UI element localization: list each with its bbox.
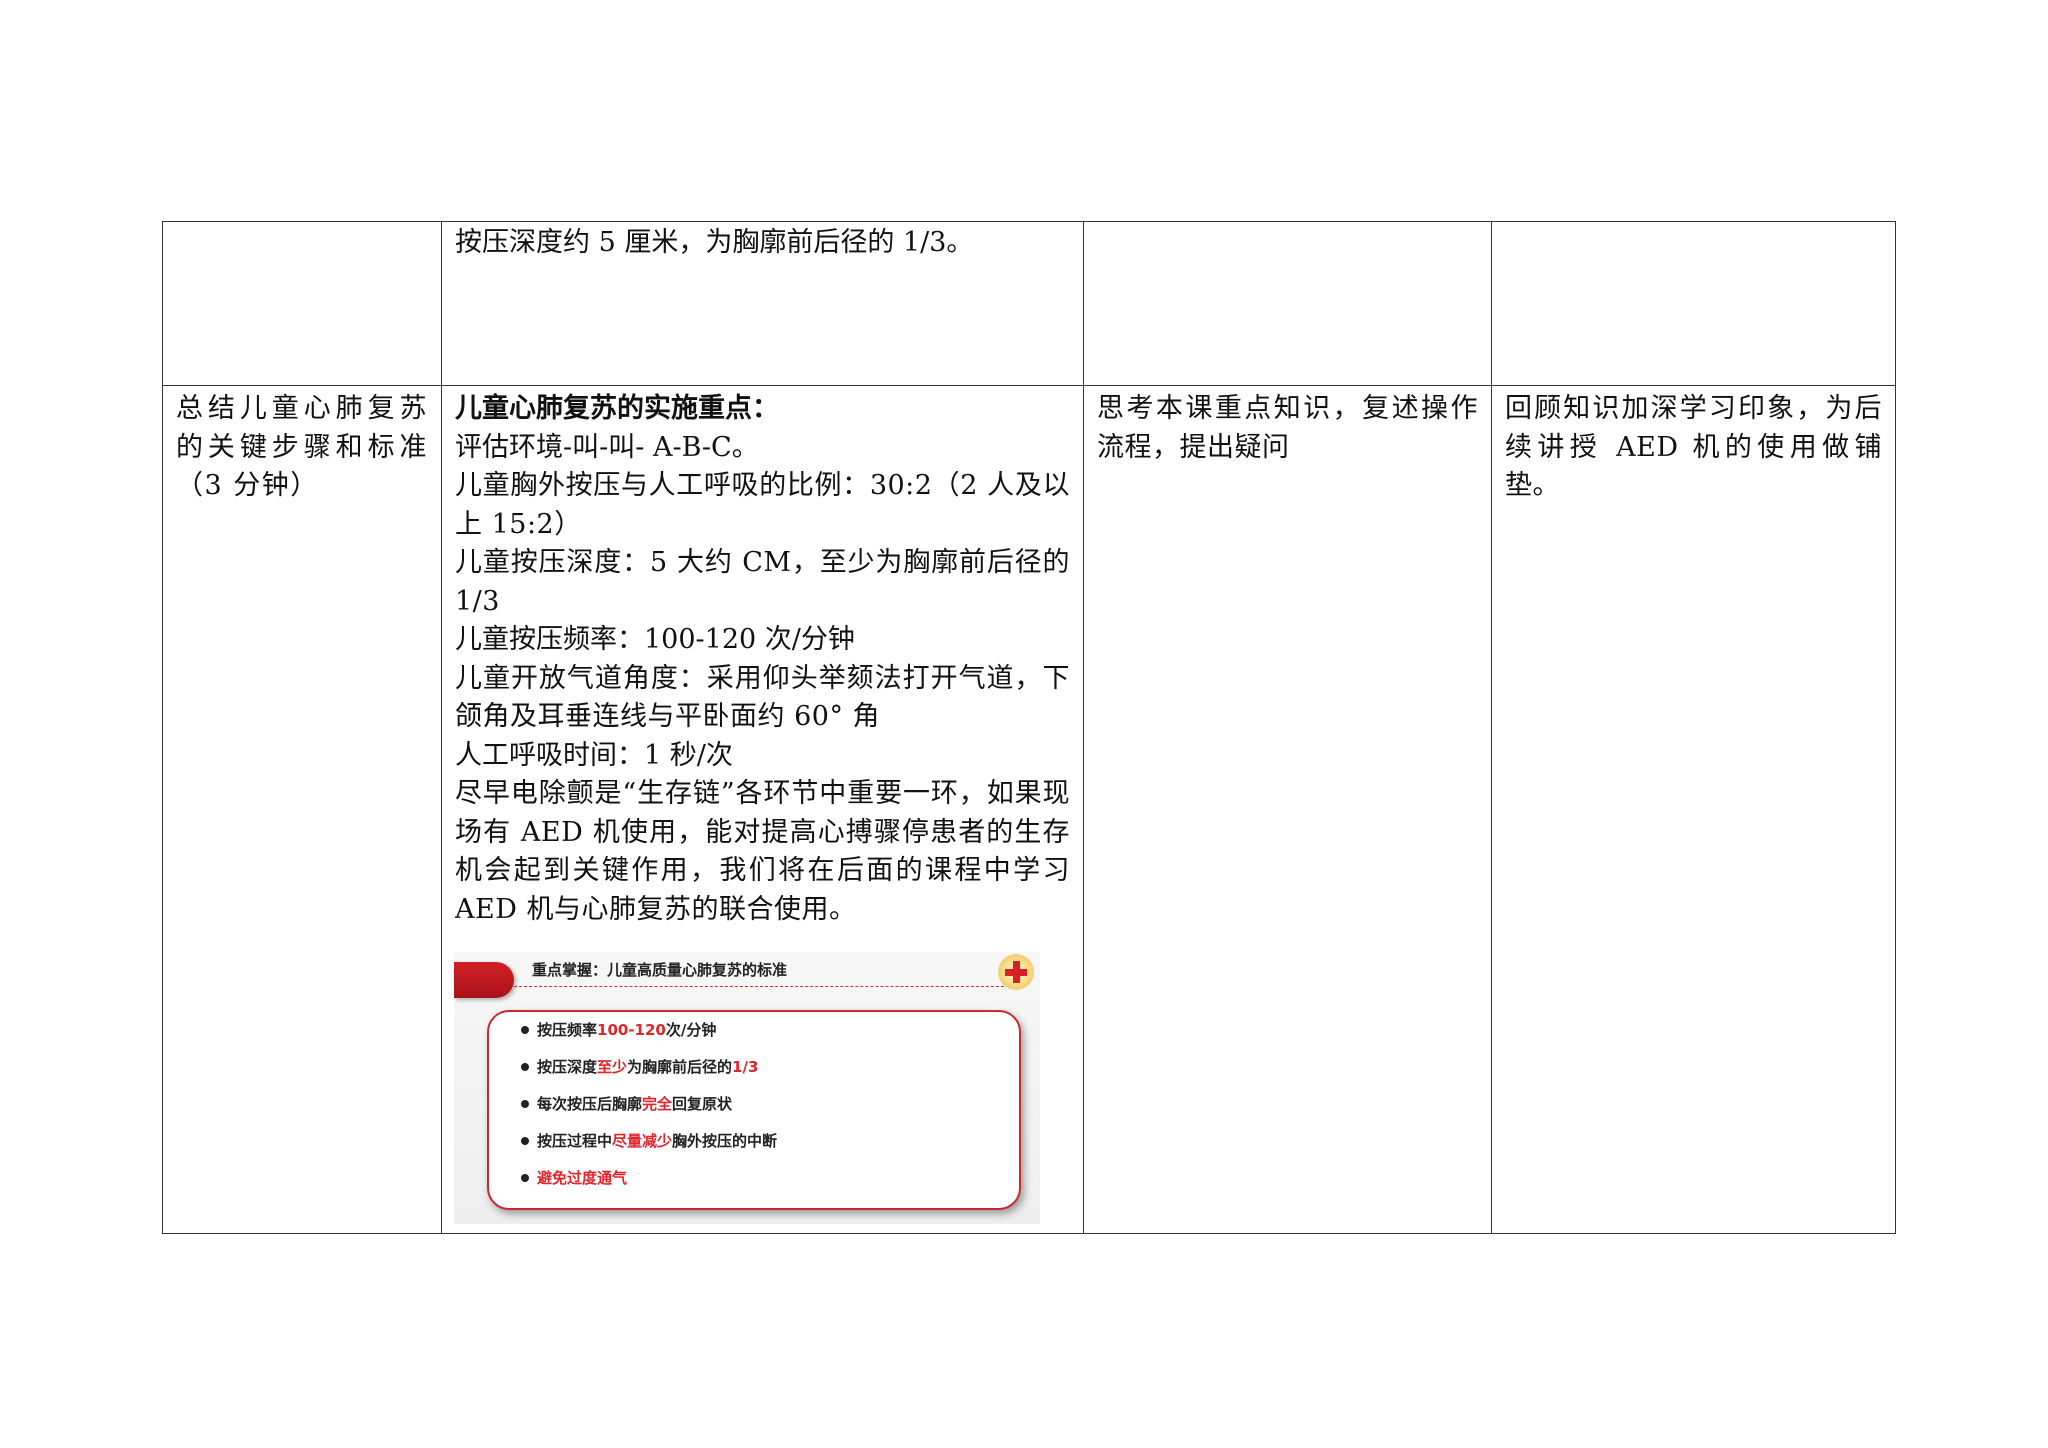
document-page: 按压深度约 5 厘米，为胸廓前后径的 1/3。 总结儿童心肺复苏的关键步骤和标准…: [0, 0, 2048, 1448]
design-intent-text: 回顾知识加深学习印象，为后续讲授 AED 机的使用做铺垫。: [1505, 393, 1882, 501]
slide-red-tab: [454, 962, 514, 998]
slide-standards-box: 按压频率100-120次/分钟 按压深度至少为胸廓前后径的1/3 每次按压后胸廓…: [487, 1010, 1021, 1210]
list-item: 避免过度通气: [521, 1168, 1019, 1188]
step-summary-text: 总结儿童心肺复苏的关键步骤和标准（3 分钟）: [176, 393, 428, 501]
table-row: 总结儿童心肺复苏的关键步骤和标准（3 分钟） 儿童心肺复苏的实施重点： 评估环境…: [162, 385, 1896, 1234]
list-item: 按压频率100-120次/分钟: [521, 1020, 1019, 1040]
content-line: 人工呼吸时间：1 秒/次: [455, 739, 733, 771]
student-activity-text: 思考本课重点知识，复述操作流程，提出疑问: [1097, 393, 1478, 463]
cell-teaching-content: 按压深度约 5 厘米，为胸廓前后径的 1/3。: [441, 221, 1084, 386]
list-item: 按压过程中尽量减少胸外按压的中断: [521, 1131, 1019, 1151]
cell-student-activity: 思考本课重点知识，复述操作流程，提出疑问: [1083, 385, 1492, 1234]
content-line: 儿童开放气道角度：采用仰头举颏法打开气道，下颌角及耳垂连线与平卧面约 60° 角: [455, 662, 1070, 733]
content-text: 按压深度约 5 厘米，为胸廓前后径的 1/3。: [455, 227, 974, 258]
cpr-standard-slide-image: 重点掌握：儿童高质量心肺复苏的标准 按压频率100-120次/分钟 按压深度至少…: [454, 952, 1040, 1224]
cell-teaching-step: 总结儿童心肺复苏的关键步骤和标准（3 分钟）: [162, 385, 442, 1234]
slide-divider: [514, 986, 1009, 987]
content-line: 儿童按压深度：5 大约 CM，至少为胸廓前后径的 1/3: [455, 547, 1070, 617]
content-line: 尽早电除颤是“生存链”各环节中重要一环，如果现场有 AED 机使用，能对提高心搏…: [455, 778, 1070, 925]
content-heading: 儿童心肺复苏的实施重点：: [455, 393, 779, 424]
list-item: 每次按压后胸廓完全回复原状: [521, 1094, 1019, 1114]
slide-title: 重点掌握：儿童高质量心肺复苏的标准: [532, 961, 788, 979]
slide-standards-list: 按压频率100-120次/分钟 按压深度至少为胸廓前后径的1/3 每次按压后胸廓…: [489, 1012, 1019, 1188]
list-item: 按压深度至少为胸廓前后径的1/3: [521, 1057, 1019, 1077]
cell-teaching-content: 儿童心肺复苏的实施重点： 评估环境-叫-叫- A-B-C。 儿童胸外按压与人工呼…: [441, 385, 1084, 1234]
table-row: 按压深度约 5 厘米，为胸廓前后径的 1/3。: [162, 221, 1896, 386]
content-line: 评估环境-叫-叫- A-B-C。: [455, 431, 759, 463]
cell-teaching-step: [162, 221, 442, 386]
cell-design-intent: 回顾知识加深学习印象，为后续讲授 AED 机的使用做铺垫。: [1491, 385, 1896, 1234]
red-cross-icon: [998, 954, 1034, 990]
content-line: 儿童胸外按压与人工呼吸的比例：30:2（2 人及以上 15:2）: [455, 470, 1070, 540]
cell-design-intent: [1491, 221, 1896, 386]
content-line: 儿童按压频率：100-120 次/分钟: [455, 624, 855, 655]
lesson-plan-table: 按压深度约 5 厘米，为胸廓前后径的 1/3。 总结儿童心肺复苏的关键步骤和标准…: [162, 221, 1896, 1234]
cell-student-activity: [1083, 221, 1492, 386]
